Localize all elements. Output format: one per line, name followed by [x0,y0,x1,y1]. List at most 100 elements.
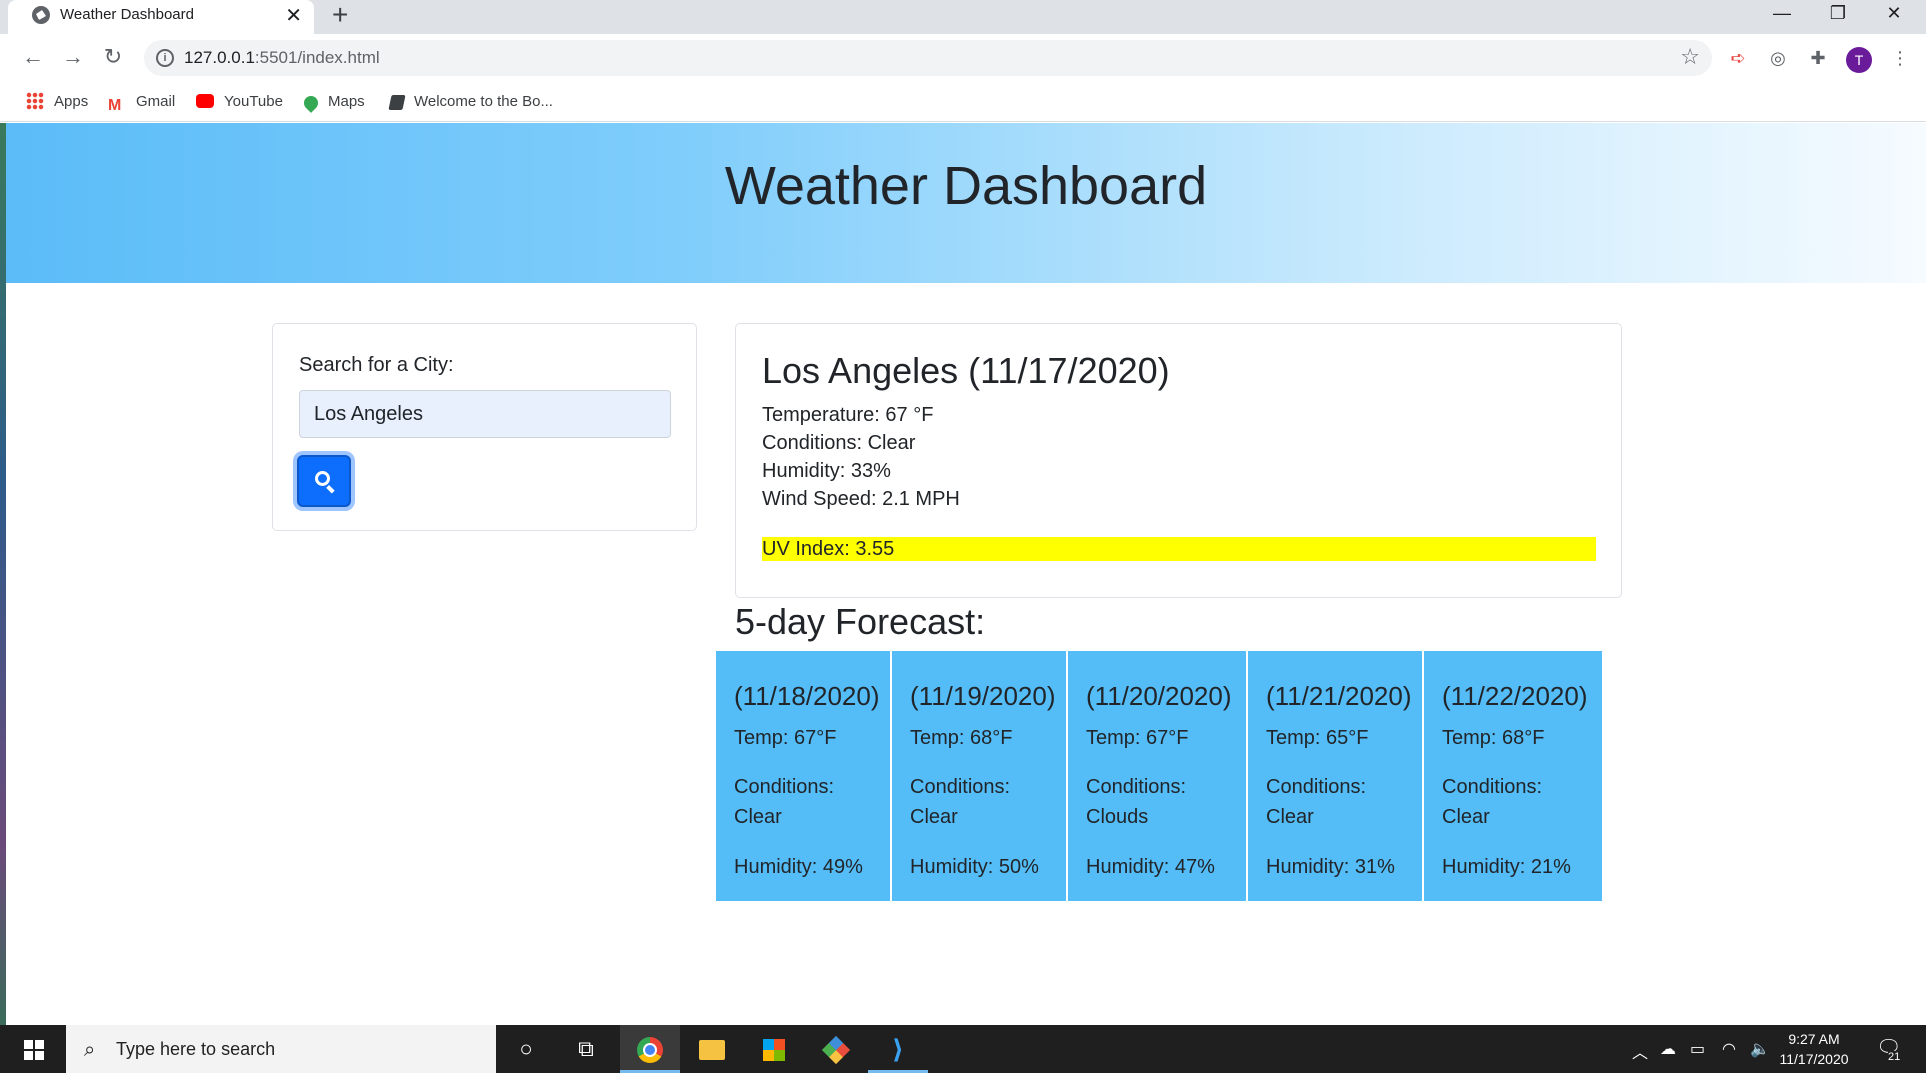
forecast-conditions-label: Conditions: [1442,776,1543,798]
forecast-conditions-value: Clear [1266,806,1314,828]
address-bar[interactable]: i 127.0.0.1:5501/index.html ☆ [144,40,1712,76]
reload-icon[interactable]: ↻ [98,42,128,72]
forecast-card: (11/18/2020) Temp: 67°F Conditions: Clea… [716,651,890,901]
profile-avatar[interactable]: T [1846,47,1872,73]
page-header: Weather Dashboard [6,123,1926,283]
search-icon: ⌕ [84,1039,96,1061]
windows-taskbar: ⌕ Type here to search ○ ⧉ ⟩ ︿ ☁ ▭ ◠ 🔈 9:… [0,1025,1926,1073]
task-view-icon[interactable]: ⧉ [556,1025,616,1073]
forecast-date: (11/22/2020) [1442,681,1588,711]
bookmark-youtube[interactable]: YouTube [196,88,283,116]
forecast-conditions-label: Conditions: [910,776,1011,798]
clock-date: 11/17/2020 [1779,1051,1849,1067]
page-content: Weather Dashboard Search for a City: Los… [0,123,1926,1025]
taskbar-search-box[interactable]: ⌕ Type here to search [66,1025,496,1073]
browser-toolbar: ← → ↻ i 127.0.0.1:5501/index.html ☆ ➪ ◎ … [0,34,1926,82]
forecast-temp: Temp: 65°F [1266,727,1369,749]
bookmark-star-icon[interactable]: ☆ [1680,44,1700,70]
bookmarks-bar: Apps M Gmail YouTube Maps Welcome to the … [0,82,1926,122]
forecast-card: (11/20/2020) Temp: 67°F Conditions: Clou… [1068,651,1246,901]
bookmark-apps[interactable]: Apps [26,88,88,116]
forecast-date: (11/20/2020) [1086,681,1232,711]
gmail-icon: M [108,97,122,114]
volume-icon[interactable]: 🔈 [1750,1039,1770,1059]
show-hidden-icons-icon[interactable]: ︿ [1632,1039,1648,1063]
taskbar-search-placeholder: Type here to search [116,1039,276,1059]
search-label: Search for a City: [299,354,454,376]
city-search-input[interactable] [299,390,671,438]
book-icon [388,95,406,110]
new-tab-button[interactable]: + [332,0,348,30]
current-weather-card: Los Angeles (11/17/2020) Temperature: 67… [735,323,1622,598]
forecast-date: (11/18/2020) [734,681,880,711]
forecast-humidity: Humidity: 50% [910,856,1039,878]
browser-tab[interactable]: Weather Dashboard ✕ [8,0,314,34]
page-title: Weather Dashboard [724,156,1208,216]
menu-kebab-icon[interactable]: ⋮ [1888,46,1912,70]
forecast-date: (11/19/2020) [910,681,1056,711]
git-app-icon[interactable] [806,1025,866,1073]
extension-circle-icon[interactable]: ◎ [1766,46,1790,70]
back-icon[interactable]: ← [18,42,48,72]
forecast-title: 5-day Forecast: [735,601,986,642]
forecast-temp: Temp: 68°F [1442,727,1545,749]
forecast-date: (11/21/2020) [1266,681,1412,711]
tab-title: Weather Dashboard [60,6,194,23]
store-icon[interactable] [744,1025,804,1073]
extensions-puzzle-icon[interactable]: ✚ [1806,46,1830,70]
taskbar-clock[interactable]: 9:27 AM 11/17/2020 [1774,1029,1854,1069]
forecast-humidity: Humidity: 47% [1086,856,1215,878]
close-tab-icon[interactable]: ✕ [285,3,302,28]
forecast-conditions-label: Conditions: [1266,776,1367,798]
extension-cast-icon[interactable]: ➪ [1726,46,1750,70]
forecast-conditions-value: Clear [1442,806,1490,828]
current-conditions: Conditions: Clear [762,432,916,454]
vscode-icon[interactable]: ⟩ [868,1025,928,1073]
tab-bar: Weather Dashboard ✕ + — ❐ ✕ [0,0,1926,34]
search-icon [315,471,330,486]
forecast-humidity: Humidity: 21% [1442,856,1571,878]
minimize-button[interactable]: — [1754,0,1810,30]
restore-button[interactable]: ❐ [1810,0,1866,30]
battery-icon[interactable]: ▭ [1690,1039,1705,1059]
current-wind-speed: Wind Speed: 2.1 MPH [762,488,960,510]
bookmark-gmail[interactable]: M Gmail [108,88,175,116]
file-explorer-icon[interactable] [682,1025,742,1073]
forecast-card: (11/19/2020) Temp: 68°F Conditions: Clea… [892,651,1066,901]
search-button[interactable] [297,455,351,507]
forecast-temp: Temp: 67°F [734,727,837,749]
bookmark-maps[interactable]: Maps [301,88,365,116]
city-date-heading: Los Angeles (11/17/2020) [762,350,1170,391]
uv-index-badge: UV Index: 3.55 [762,537,1596,561]
apps-grid-icon [26,92,44,110]
forecast-conditions-value: Clear [734,806,782,828]
chrome-taskbar-icon[interactable] [620,1025,680,1073]
forecast-humidity: Humidity: 31% [1266,856,1395,878]
current-temperature: Temperature: 67 °F [762,404,934,426]
forecast-conditions-label: Conditions: [734,776,835,798]
cortana-icon[interactable]: ○ [496,1025,556,1073]
forecast-conditions-value: Clear [910,806,958,828]
maps-pin-icon [301,93,321,113]
info-icon[interactable]: i [156,49,174,67]
notifications-icon[interactable]: 🗨 21 [1876,1035,1901,1063]
forecast-card: (11/22/2020) Temp: 68°F Conditions: Clea… [1424,651,1602,901]
windows-start-icon[interactable] [24,1040,44,1060]
search-card: Search for a City: [272,323,697,531]
onedrive-cloud-icon[interactable]: ☁ [1660,1039,1676,1059]
current-humidity: Humidity: 33% [762,460,891,482]
globe-icon [32,6,50,24]
forecast-card: (11/21/2020) Temp: 65°F Conditions: Clea… [1248,651,1422,901]
bookmark-welcome[interactable]: Welcome to the Bo... [388,88,553,116]
url-text: 127.0.0.1:5501/index.html [184,48,380,67]
forecast-conditions-label: Conditions: [1086,776,1187,798]
close-window-button[interactable]: ✕ [1866,0,1922,30]
forecast-temp: Temp: 68°F [910,727,1013,749]
wifi-icon[interactable]: ◠ [1722,1039,1736,1059]
youtube-icon [196,94,214,108]
forecast-temp: Temp: 67°F [1086,727,1189,749]
forecast-humidity: Humidity: 49% [734,856,863,878]
clock-time: 9:27 AM [1788,1031,1840,1047]
forward-icon[interactable]: → [58,42,88,72]
forecast-conditions-value: Clouds [1086,806,1149,828]
